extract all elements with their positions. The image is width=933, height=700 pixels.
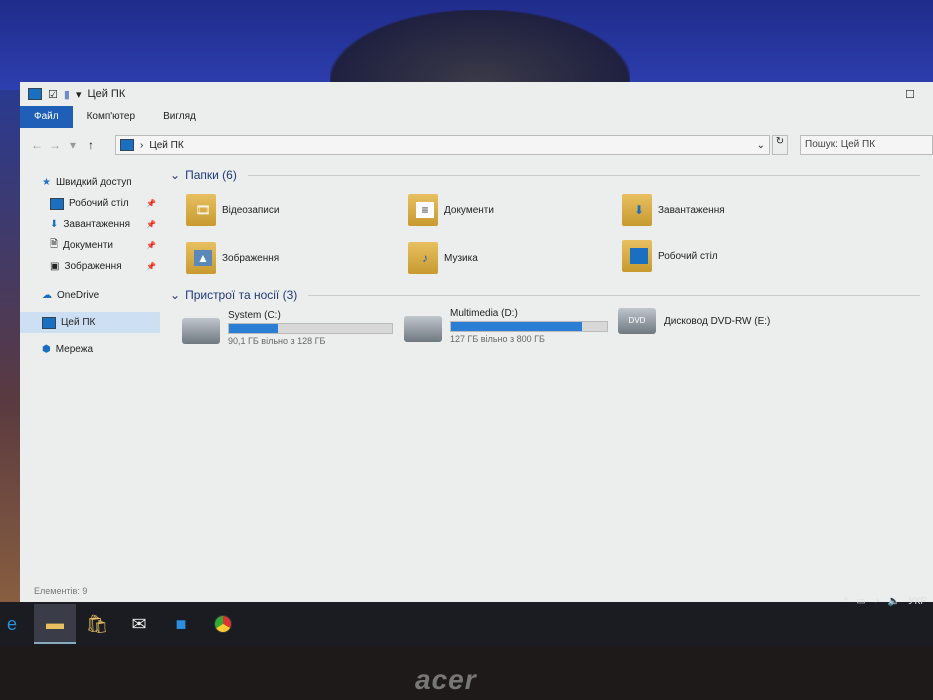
tab-computer[interactable]: Комп'ютер [73, 106, 149, 128]
download-icon: ⬇ [50, 219, 59, 230]
folder-documents[interactable]: ≡ Документи [408, 194, 494, 226]
drive-free-space: 90,1 ГБ вільно з 128 ГБ [228, 336, 326, 346]
pin-icon: 📌 [146, 220, 156, 229]
pin-icon: 📌 [146, 241, 156, 250]
drive-usage-bar [228, 323, 393, 334]
documents-folder-icon: ≡ [408, 194, 438, 226]
pictures-folder-icon: ▲ [186, 242, 216, 274]
laptop-bezel: acer [0, 646, 933, 700]
downloads-folder-icon: ⬇ [622, 194, 652, 226]
new-folder-icon[interactable]: ▮ [64, 88, 70, 101]
status-bar-item-count: Елементів: 9 [34, 586, 88, 596]
drive-e[interactable]: DVD Дисковод DVD-RW (E:) [618, 308, 770, 334]
folder-downloads[interactable]: ⬇ Завантаження [622, 194, 725, 226]
title-bar: ☑ ▮ ▾ Цей ПК ☐ [20, 82, 933, 106]
chevron-down-icon: ⌄ [170, 168, 181, 182]
pin-icon: 📌 [146, 199, 156, 208]
tab-view[interactable]: Вигляд [149, 106, 210, 128]
sidebar-item-desktop[interactable]: Робочий стіл 📌 [20, 193, 160, 214]
network-icon: ⬢ [42, 344, 51, 355]
chevron-up-icon[interactable]: ^ [843, 596, 848, 607]
search-input[interactable]: Пошук: Цей ПК [800, 135, 933, 155]
sidebar-item-downloads[interactable]: ⬇ Завантаження 📌 [20, 214, 160, 235]
file-explorer-taskbar-icon[interactable]: ▬ [34, 604, 76, 644]
music-folder-icon: ♪ [408, 242, 438, 274]
folder-desktop[interactable]: Робочий стіл [622, 240, 718, 272]
tab-file[interactable]: Файл [20, 106, 73, 128]
folder-pictures[interactable]: ▲ Зображення [186, 242, 279, 274]
drive-c[interactable]: System (C:) 90,1 ГБ вільно з 128 ГБ [182, 310, 393, 346]
sidebar-item-onedrive[interactable]: ☁ OneDrive [20, 285, 160, 306]
store-icon[interactable]: 🛍 [76, 604, 118, 644]
desktop-icon [50, 197, 64, 210]
hard-drive-icon [404, 316, 442, 342]
up-button[interactable]: ↑ [82, 138, 100, 152]
desktop-wallpaper [0, 0, 933, 100]
battery-icon[interactable]: ▭ [856, 596, 865, 607]
recent-dropdown[interactable]: ▾ [64, 138, 82, 152]
forward-button[interactable]: → [46, 138, 64, 152]
computer-icon [28, 88, 42, 100]
address-dropdown-icon[interactable]: ⌄ [757, 140, 765, 151]
drive-name: Multimedia (D:) [450, 308, 518, 319]
drive-d[interactable]: Multimedia (D:) 127 ГБ вільно з 800 ГБ [404, 308, 608, 344]
picture-icon: ▣ [50, 261, 60, 272]
language-indicator[interactable]: УКР [908, 596, 927, 607]
back-button[interactable]: ← [28, 138, 46, 152]
refresh-button[interactable]: ↻ [772, 135, 788, 155]
folders-section-header[interactable]: ⌄ Папки (6) [170, 168, 920, 182]
video-folder-icon: 🎞 [186, 194, 216, 226]
volume-icon[interactable]: 🔈 [888, 596, 900, 607]
properties-icon[interactable]: ☑ [48, 88, 58, 101]
windows-drive-icon [182, 318, 220, 344]
pin-icon: 📌 [146, 262, 156, 271]
sidebar-item-pictures[interactable]: ▣ Зображення 📌 [20, 256, 160, 277]
desktop-wallpaper-edge [0, 90, 22, 610]
drive-name: System (C:) [228, 310, 281, 321]
cloud-icon: ☁ [42, 290, 52, 301]
folder-videos[interactable]: 🎞 Відеозаписи [186, 194, 279, 226]
sidebar-item-this-pc[interactable]: Цей ПК [20, 312, 160, 333]
drive-usage-fill [451, 322, 583, 331]
address-bar[interactable]: › Цей ПК ⌄ [115, 135, 770, 155]
video-call-icon[interactable]: ■ [160, 604, 202, 644]
computer-icon [42, 316, 56, 329]
edge-icon[interactable]: e [0, 604, 24, 644]
star-icon: ★ [42, 177, 51, 188]
drive-free-space: 127 ГБ вільно з 800 ГБ [450, 334, 545, 344]
address-row: ← → ▾ ↑ › Цей ПК ⌄ ↻ Пошук: Цей ПК [20, 134, 933, 156]
drive-name: Дисковод DVD-RW (E:) [664, 315, 771, 327]
desktop-folder-icon [622, 240, 652, 272]
sidebar-item-network[interactable]: ⬢ Мережа [20, 339, 160, 360]
chevron-down-icon: ⌄ [170, 288, 181, 302]
folder-music[interactable]: ♪ Музика [408, 242, 478, 274]
breadcrumb-this-pc[interactable]: Цей ПК [149, 140, 183, 151]
devices-section-header[interactable]: ⌄ Пристрої та носії (3) [170, 288, 920, 302]
ribbon-tabs: Файл Комп'ютер Вигляд [20, 106, 933, 128]
maximize-button[interactable]: ☐ [905, 88, 915, 101]
dvd-drive-icon: DVD [618, 308, 656, 334]
mail-icon[interactable]: ✉ [118, 604, 160, 644]
drive-usage-bar [450, 321, 608, 332]
acer-logo: acer [415, 664, 477, 695]
drive-usage-fill [229, 324, 278, 333]
breadcrumb-separator: › [140, 139, 144, 151]
navigation-pane: ★ Швидкий доступ Робочий стіл 📌 ⬇ Завантаже… [20, 172, 160, 360]
document-icon: 🗎 [50, 239, 59, 250]
window-title: Цей ПК [87, 88, 126, 100]
file-explorer-window: ☑ ▮ ▾ Цей ПК ☐ Файл Комп'ютер Вигляд ← →… [20, 82, 933, 602]
computer-icon [120, 139, 134, 151]
taskbar: e ▬ 🛍 ✉ ■ ^ ▭ ◔ 🔈 УКР [0, 596, 933, 646]
quick-access-dropdown-icon[interactable]: ▾ [76, 88, 82, 101]
chrome-icon[interactable] [202, 604, 244, 644]
wifi-icon[interactable]: ◔ [874, 596, 880, 607]
sidebar-item-quick-access[interactable]: ★ Швидкий доступ [20, 172, 160, 193]
system-tray: ^ ▭ ◔ 🔈 УКР [843, 596, 927, 607]
sidebar-item-documents[interactable]: 🗎 Документи 📌 [20, 235, 160, 256]
